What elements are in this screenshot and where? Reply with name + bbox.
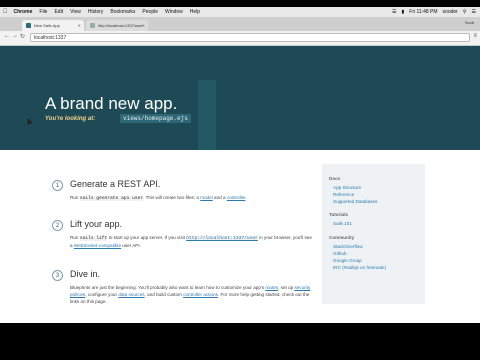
menu-help[interactable]: Help: [190, 9, 200, 15]
menu-view[interactable]: View: [70, 9, 81, 15]
text: and a: [212, 195, 227, 200]
step-description: Run sails lift to start up your app serv…: [70, 234, 315, 249]
wifi-icon[interactable]: ☰: [392, 9, 396, 15]
address-bar[interactable]: localhost:1337: [30, 33, 470, 42]
chrome-menu-icon[interactable]: ≡: [473, 33, 477, 39]
profile-chip[interactable]: Scott: [465, 20, 474, 25]
menubar-clock[interactable]: Fri 11:48 PM: [409, 9, 437, 15]
text: . This will create two files: a: [143, 195, 201, 200]
text: , and build custom: [144, 292, 184, 297]
step-description: Run sails generate api user. This will c…: [70, 194, 315, 202]
websocket-link[interactable]: WebSocket-compatible: [74, 243, 121, 248]
menu-app-name[interactable]: Chrome: [14, 9, 33, 15]
menu-bookmarks[interactable]: Bookmarks: [110, 9, 135, 15]
sidebar-link-github[interactable]: Github: [333, 251, 347, 256]
text: .: [245, 195, 247, 200]
controller-link[interactable]: controller: [227, 195, 246, 200]
localhost-user-link[interactable]: http://localhost:1337/user: [186, 236, 258, 241]
sidebar-link-google-group[interactable]: Google Group: [333, 258, 362, 263]
sails-favicon-icon: [26, 23, 31, 28]
text: , set up: [278, 285, 295, 290]
forward-arrow-icon[interactable]: →: [12, 33, 18, 39]
page-viewport: A brand new app. You're looking at: view…: [0, 46, 480, 323]
menu-file[interactable]: File: [39, 9, 47, 15]
step-number: 1: [52, 180, 63, 191]
text: Run: [70, 235, 80, 240]
hero-banner: A brand new app. You're looking at: view…: [0, 46, 480, 150]
sidebar-link-stackoverflow[interactable]: StackOverflow: [333, 244, 363, 249]
step-description: Blueprints are just the beginning. You'l…: [70, 284, 315, 305]
sidebar-link-sails-101[interactable]: Sails 101: [333, 221, 352, 226]
menubar-user[interactable]: sooder: [443, 9, 458, 15]
menu-people[interactable]: People: [142, 9, 158, 15]
sidebar-heading-community: Community: [329, 235, 355, 240]
address-url: localhost:1337: [34, 34, 67, 41]
menu-window[interactable]: Window: [165, 9, 183, 15]
resources-sidebar: Docs App Structure Reference Supported D…: [322, 164, 425, 304]
text: , configure your: [85, 292, 119, 297]
hero-code-path: views/homepage.ejs: [120, 114, 191, 123]
code-snippet: sails lift: [79, 236, 108, 241]
hero-decoration: [198, 80, 216, 150]
sidebar-link-supported-databases[interactable]: Supported Databases: [333, 199, 377, 204]
sidebar-link-irc[interactable]: IRC (#sailsjs on freenode): [333, 265, 386, 270]
text: Blueprints are just the beginning. You'l…: [70, 285, 266, 290]
routes-link[interactable]: routes: [265, 285, 278, 290]
text: user API.: [121, 243, 141, 248]
sidebar-heading-tutorials: Tutorials: [329, 212, 349, 217]
browser-toolbar: ← → ↻ localhost:1337 ≡: [0, 31, 480, 46]
tab-label: New Sails App: [34, 23, 60, 28]
battery-icon[interactable]: ▮: [402, 9, 405, 15]
hero-title: A brand new app.: [45, 94, 178, 113]
reload-icon[interactable]: ↻: [20, 33, 25, 40]
sidebar-link-app-structure[interactable]: App Structure: [333, 185, 361, 190]
step-title: Lift your app.: [70, 219, 123, 229]
menubar-status-area: ☰ ▮ Fri 11:48 PM sooder ⚲ ☰: [392, 7, 476, 17]
back-arrow-icon[interactable]: ←: [4, 33, 10, 39]
hero-subtitle: You're looking at:: [45, 116, 96, 122]
apple-icon[interactable]: : [3, 9, 8, 15]
sidebar-heading-docs: Docs: [329, 176, 341, 181]
text: Run: [70, 195, 80, 200]
tab-label: http://localhost:1337/user: [98, 23, 143, 28]
menu-history[interactable]: History: [88, 9, 104, 15]
controller-actions-link[interactable]: controller actions: [183, 292, 218, 297]
code-snippet: sails generate api user: [79, 196, 144, 201]
search-icon[interactable]: ⚲: [463, 9, 467, 15]
step-title: Dive in.: [70, 269, 101, 279]
tab-new-sails-app[interactable]: New Sails App ✕: [22, 20, 84, 31]
sidebar-link-reference[interactable]: Reference: [333, 192, 354, 197]
macos-menubar:  Chrome File Edit View History Bookmark…: [0, 7, 480, 17]
step-title: Generate a REST API.: [70, 179, 161, 189]
close-icon[interactable]: ✕: [142, 23, 145, 28]
tab-localhost-user[interactable]: http://localhost:1337/user ✕: [86, 20, 148, 31]
model-link[interactable]: model: [200, 195, 213, 200]
step-number: 2: [52, 220, 63, 231]
menu-edit[interactable]: Edit: [54, 9, 63, 15]
list-icon[interactable]: ☰: [472, 9, 476, 15]
page-favicon-icon: [90, 23, 95, 28]
text: to start up your app server. If you visi…: [107, 235, 187, 240]
close-icon[interactable]: ✕: [78, 23, 81, 28]
data-sources-link[interactable]: data sources: [118, 292, 144, 297]
tab-strip: New Sails App ✕ http://localhost:1337/us…: [0, 17, 480, 31]
step-number: 3: [52, 270, 63, 281]
